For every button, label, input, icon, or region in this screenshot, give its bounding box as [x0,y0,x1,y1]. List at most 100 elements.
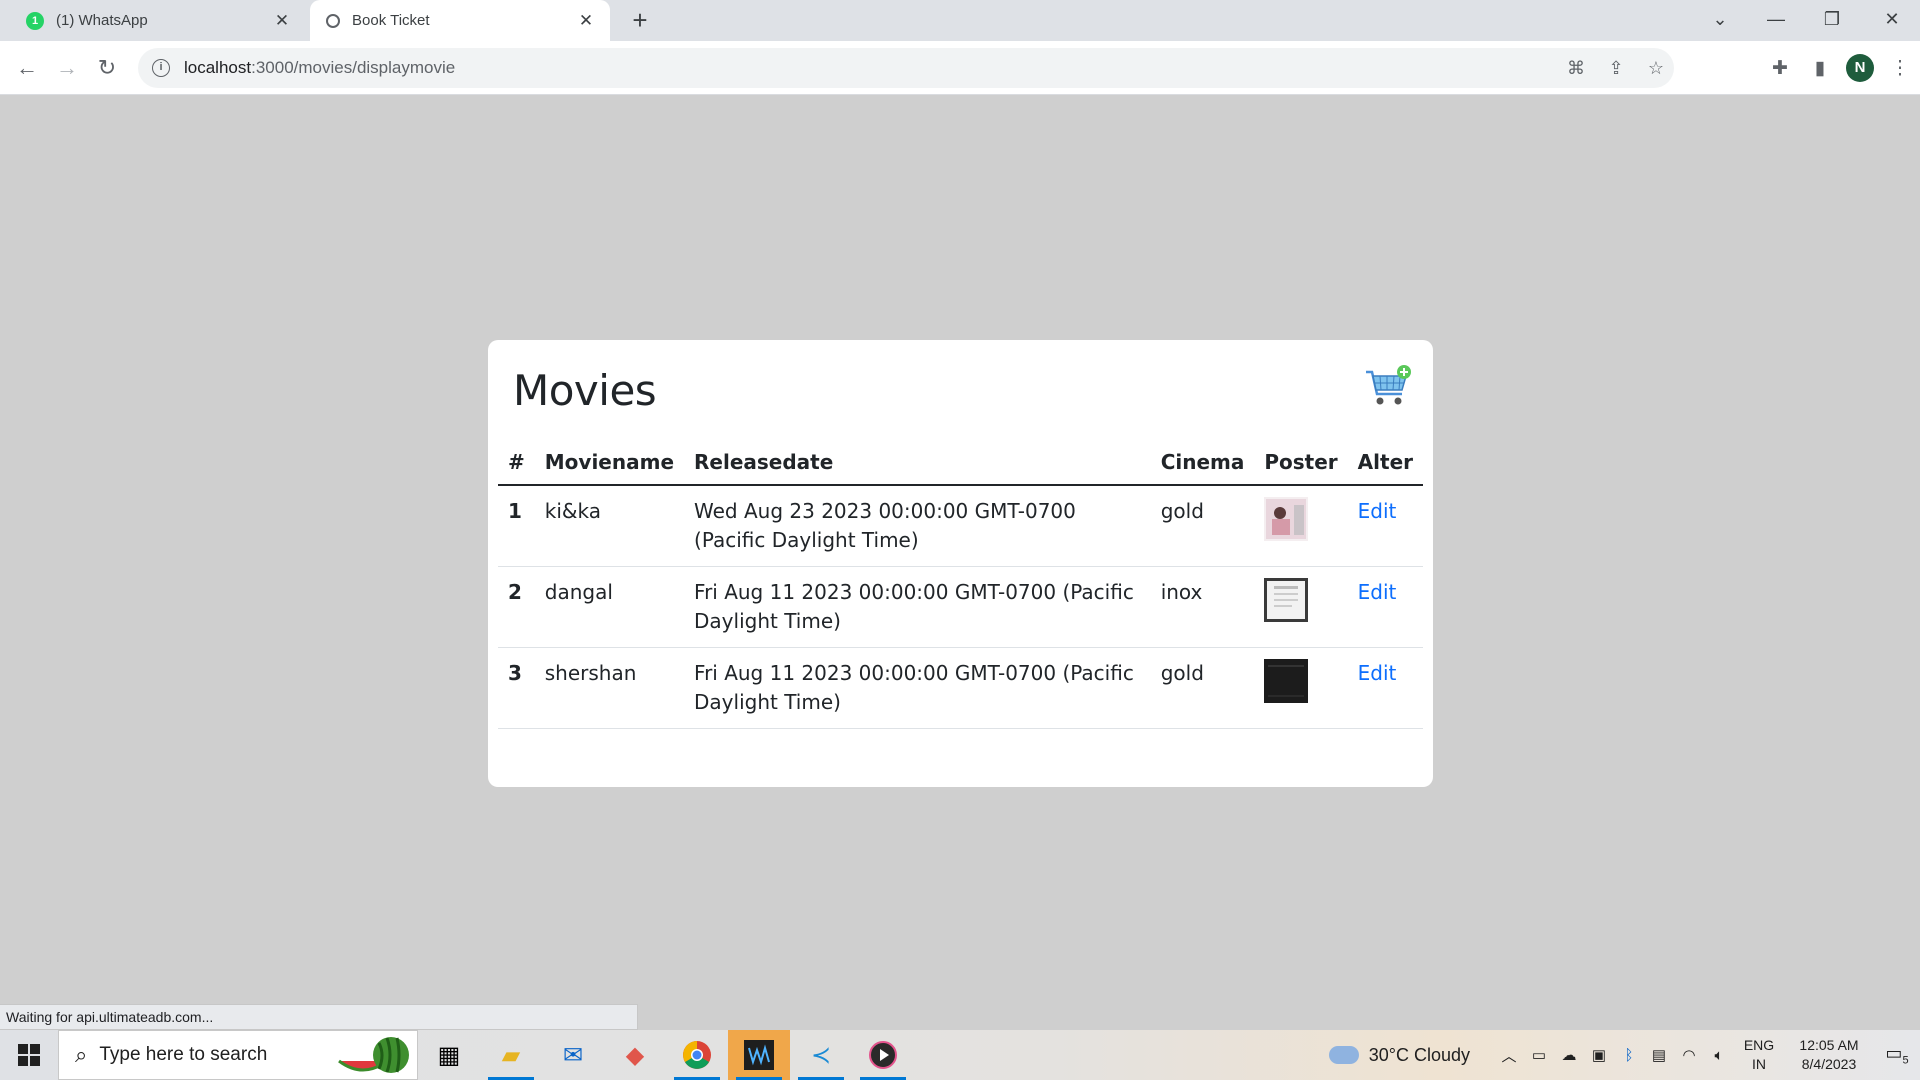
notification-count: 5 [1902,1054,1909,1067]
back-button[interactable]: ← [9,50,45,86]
whatsapp-icon: 1 [26,11,44,30]
col-header-cinema: Cinema [1150,440,1255,486]
play-icon [869,1041,897,1069]
edit-link[interactable]: Edit [1358,580,1397,604]
chevron-up-icon[interactable]: ︿ [1494,1045,1524,1066]
alter-cell: Edit [1347,566,1423,648]
site-info-icon[interactable]: i [152,59,170,77]
new-tab-button[interactable]: + [624,4,656,36]
add-to-cart-icon[interactable] [1364,364,1412,408]
col-header-moviename: Moviename [534,440,685,486]
taskbar-search-input[interactable]: ⌕ Type here to search [58,1030,418,1080]
restore-button[interactable]: ❐ [1804,0,1860,41]
start-button[interactable] [0,1030,58,1080]
col-header-number: # [498,440,535,486]
movie-name: shershan [534,647,685,729]
alter-cell: Edit [1347,647,1423,729]
col-header-releasedate: Releasedate [684,440,1151,486]
tab-strip: 1 (1) WhatsApp ✕ Book Ticket ✕ + ⌄ — ❐ ✕ [0,0,1920,41]
windows-logo-icon [18,1044,40,1066]
tab-search-icon[interactable]: ⌄ [1692,0,1748,41]
weather-text: 30°C Cloudy [1368,1044,1470,1065]
movie-name: dangal [534,566,685,648]
alter-cell: Edit [1347,485,1423,567]
clock-time: 12:05 AM [1799,1037,1859,1053]
table-header-row: # Moviename Releasedate Cinema Poster Al… [498,440,1423,486]
weather-widget[interactable]: 30°C Cloudy [1328,1044,1470,1066]
file-explorer-icon[interactable]: ▰ [480,1030,542,1080]
row-number: 3 [498,647,535,729]
reload-button[interactable]: ↻ [89,50,125,86]
page-title: Movies [513,366,657,415]
tab-book-ticket[interactable]: Book Ticket ✕ [310,0,610,41]
tab-whatsapp[interactable]: 1 (1) WhatsApp ✕ [0,0,306,41]
browser-toolbar: ← → ↻ i localhost:3000/movies/displaymov… [0,41,1920,95]
table-row: 3 shershan Fri Aug 11 2023 00:00:00 GMT-… [498,647,1423,729]
minimize-button[interactable]: — [1748,0,1804,41]
cinema-name: gold [1150,485,1255,567]
side-panel-icon[interactable]: ▮ [1800,57,1840,80]
volume-icon[interactable]: 🔈︎ [1704,1047,1734,1064]
browser-status-text: Waiting for api.ultimateadb.com... [0,1004,638,1030]
address-bar[interactable]: i localhost:3000/movies/displaymovie ⌘ ⇪… [138,48,1674,88]
region-code: IN [1752,1056,1766,1072]
release-date: Wed Aug 23 2023 00:00:00 GMT-0700 (Pacif… [684,485,1151,567]
clock-date: 8/4/2023 [1801,1056,1857,1072]
extensions-icon[interactable]: ✚ [1760,57,1800,80]
row-number: 1 [498,485,535,567]
poster-cell [1254,485,1348,567]
bluetooth-icon[interactable]: ᛒ [1614,1047,1644,1064]
profile-avatar[interactable]: N [1846,54,1874,82]
onedrive-icon[interactable]: ☁ [1554,1046,1584,1064]
close-tab-icon[interactable]: ✕ [572,11,600,31]
git-app-icon[interactable]: ◆ [604,1030,666,1080]
windows-taskbar: ⌕ Type here to search ▦ ▰ ✉ ◆ ≺ 30°C Clo… [0,1030,1920,1080]
url-text[interactable]: localhost:3000/movies/displaymovie [184,58,455,78]
col-header-alter: Alter [1347,440,1423,486]
edit-link[interactable]: Edit [1358,661,1397,685]
device-icon[interactable]: ▣ [1584,1046,1614,1064]
translate-icon[interactable]: ⌘ [1564,58,1588,79]
movies-card: Movies # Moviename Releasedate Cinema Po… [488,340,1433,787]
waves-logo [744,1040,774,1070]
bookmark-star-icon[interactable]: ☆ [1644,58,1668,79]
close-tab-icon[interactable]: ✕ [268,11,296,31]
poster-thumbnail [1264,659,1309,703]
wifi-icon[interactable]: ◠ [1674,1046,1704,1064]
language-indicator[interactable]: ENG IN [1734,1036,1784,1074]
search-placeholder: Type here to search [99,1044,268,1065]
mail-icon[interactable]: ✉ [542,1030,604,1080]
cinema-name: gold [1150,647,1255,729]
movies-table: # Moviename Releasedate Cinema Poster Al… [498,440,1423,729]
tab-title: (1) WhatsApp [56,12,148,29]
cinema-name: inox [1150,566,1255,648]
language-code: ENG [1743,1037,1775,1053]
table-row: 1 ki&ka Wed Aug 23 2023 00:00:00 GMT-070… [498,485,1423,567]
release-date: Fri Aug 11 2023 00:00:00 GMT-0700 (Pacif… [684,647,1151,729]
poster-thumbnail [1264,578,1309,622]
notification-center-icon[interactable]: ▭5 [1874,1043,1920,1067]
poster-thumbnail [1264,497,1309,541]
release-date: Fri Aug 11 2023 00:00:00 GMT-0700 (Pacif… [684,566,1151,648]
battery-icon[interactable]: ▭ [1524,1046,1554,1064]
forward-button[interactable]: → [49,50,85,86]
menu-kebab-icon[interactable]: ⋮ [1880,57,1920,80]
poster-cell [1254,566,1348,648]
task-view-icon[interactable]: ▦ [418,1030,480,1080]
chrome-logo [683,1041,711,1069]
vscode-icon[interactable]: ≺ [790,1030,852,1080]
edit-link[interactable]: Edit [1358,499,1397,523]
tab-title: Book Ticket [352,12,430,29]
waves-app-icon[interactable] [728,1030,790,1080]
share-icon[interactable]: ⇪ [1604,58,1628,79]
media-player-icon[interactable] [852,1030,914,1080]
clock[interactable]: 12:05 AM 8/4/2023 [1784,1036,1874,1074]
cloud-icon [1328,1046,1359,1064]
close-window-button[interactable]: ✕ [1864,0,1920,41]
col-header-poster: Poster [1254,440,1348,486]
table-row: 2 dangal Fri Aug 11 2023 00:00:00 GMT-07… [498,566,1423,648]
globe-icon [326,13,340,28]
display-icon[interactable]: ▤ [1644,1046,1674,1064]
row-number: 2 [498,566,535,648]
chrome-icon[interactable] [666,1030,728,1080]
